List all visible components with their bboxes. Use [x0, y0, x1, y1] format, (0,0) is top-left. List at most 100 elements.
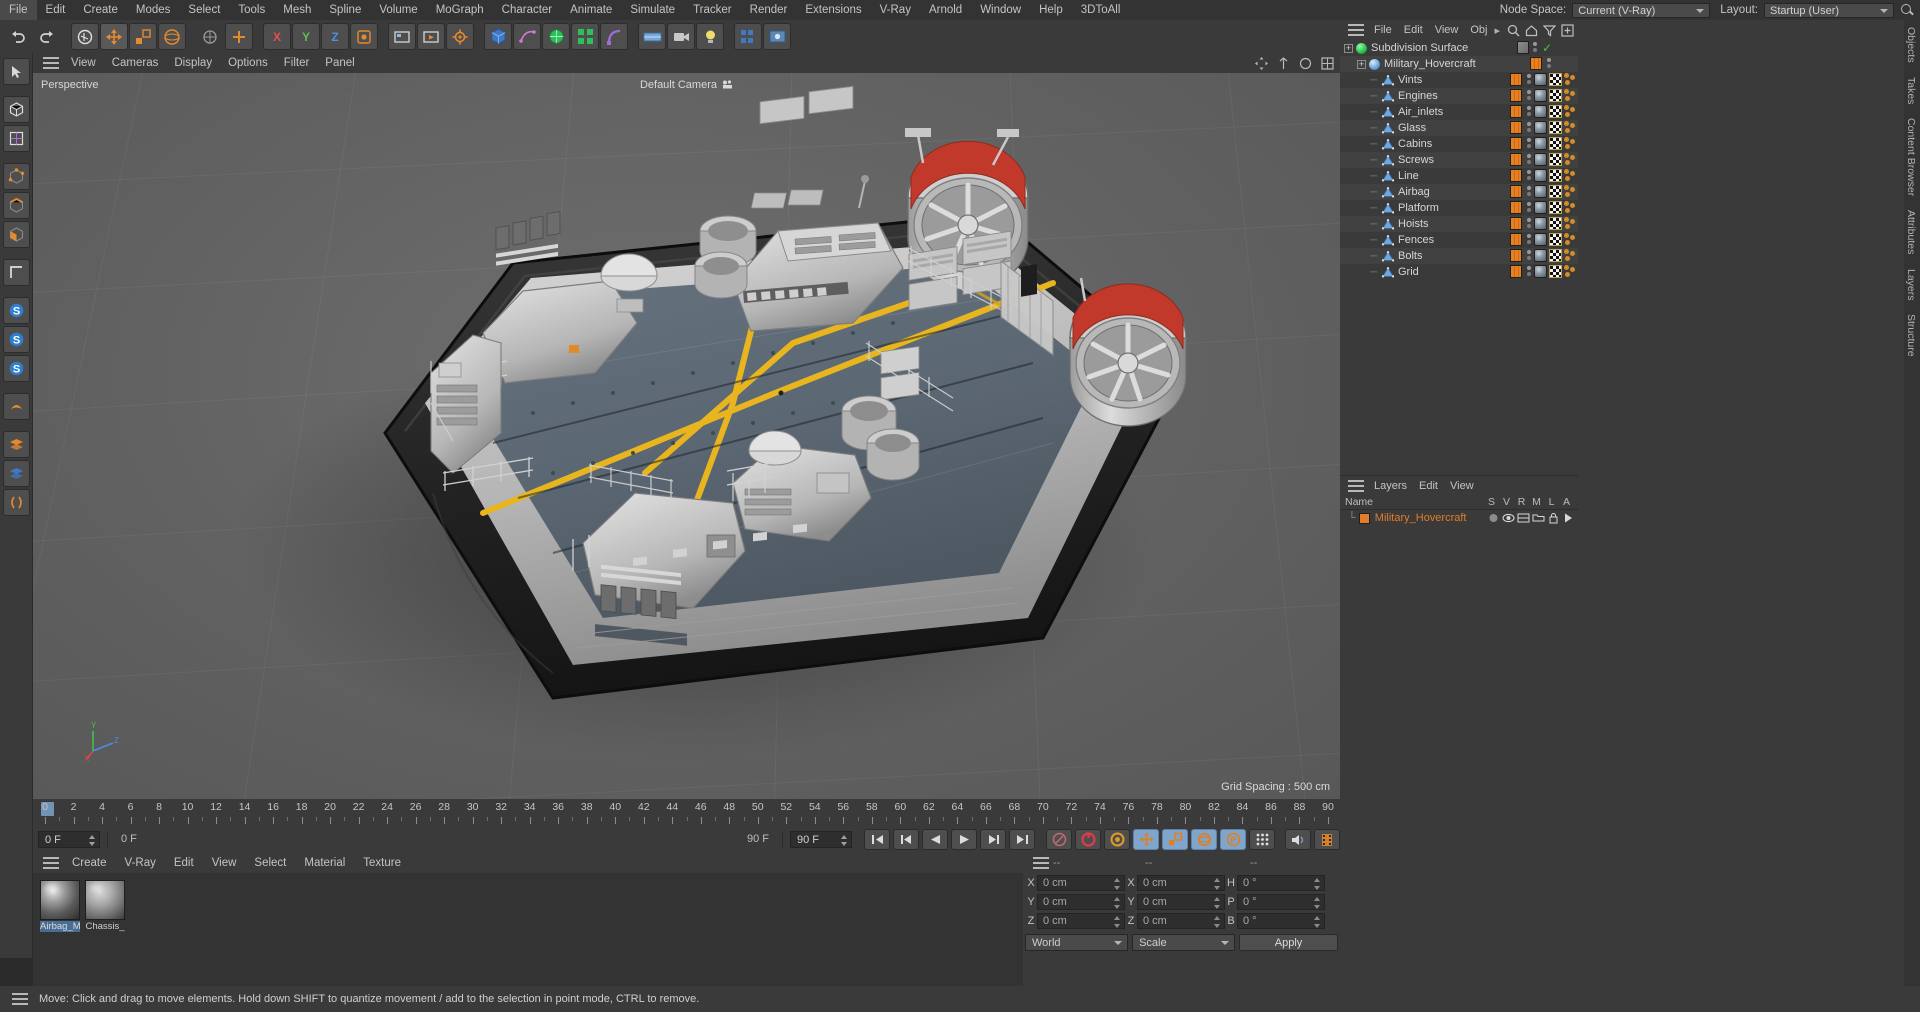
- position-z-field[interactable]: 0 cm: [1037, 913, 1125, 929]
- texture-tag-icon[interactable]: [1549, 249, 1562, 262]
- play-forward-button[interactable]: [951, 829, 977, 850]
- side-tab-attributes[interactable]: Attributes: [1904, 203, 1918, 261]
- material-tag-icon[interactable]: [1534, 233, 1547, 246]
- texture-tag-icon[interactable]: [1549, 233, 1562, 246]
- object-row[interactable]: ─ Grid: [1340, 264, 1578, 280]
- spline-pen-button[interactable]: [513, 23, 541, 50]
- viewport-menu-cameras[interactable]: Cameras: [104, 53, 167, 73]
- environment-button[interactable]: [638, 23, 666, 50]
- rotation-h-field[interactable]: 0 °: [1237, 875, 1325, 891]
- camera-button[interactable]: [667, 23, 695, 50]
- edge-mode-button[interactable]: [2, 192, 30, 219]
- mograph-cloner-button[interactable]: [734, 23, 762, 50]
- add-point-button[interactable]: [225, 23, 253, 50]
- object-row[interactable]: ─ Bolts: [1340, 248, 1578, 264]
- add-icon[interactable]: [1561, 23, 1574, 37]
- material-preview[interactable]: [40, 880, 80, 920]
- object-visibility-dots[interactable]: [1525, 249, 1532, 262]
- uv-tag-icon[interactable]: [1564, 121, 1576, 134]
- status-hamburger-icon[interactable]: [12, 993, 28, 1005]
- position-y-field[interactable]: 0 cm: [1037, 894, 1125, 910]
- material-item[interactable]: Airbag_M: [40, 880, 80, 979]
- uv-tag-icon[interactable]: [1564, 169, 1576, 182]
- viewport-hamburger-icon[interactable]: [43, 57, 59, 69]
- viewport-3d-canvas[interactable]: Perspective Default Camera Grid Spacing …: [33, 73, 1340, 799]
- coordinate-system-button[interactable]: [350, 23, 378, 50]
- object-menu-view[interactable]: View: [1429, 20, 1465, 40]
- layer-visible-icon[interactable]: [1502, 512, 1515, 524]
- object-manager-hamburger-icon[interactable]: [1348, 24, 1364, 36]
- menu-arnold[interactable]: Arnold: [920, 0, 971, 20]
- rotation-p-field[interactable]: 0 °: [1237, 894, 1325, 910]
- viewport-zoom-icon[interactable]: [1277, 56, 1290, 70]
- material-tag-icon[interactable]: [1534, 201, 1547, 214]
- object-tag-orange-icon[interactable]: [1510, 249, 1522, 262]
- object-row[interactable]: ─ Engines: [1340, 88, 1578, 104]
- parameter-key-button[interactable]: P: [1220, 829, 1246, 850]
- current-frame-field[interactable]: 0 F: [38, 831, 100, 848]
- menu-mograph[interactable]: MoGraph: [427, 0, 493, 20]
- scale-tool-button[interactable]: [129, 23, 157, 50]
- record-active-objects-button[interactable]: [1046, 829, 1072, 850]
- point-mode-button[interactable]: [2, 163, 30, 190]
- uv-tag-icon[interactable]: [1564, 153, 1576, 166]
- object-row[interactable]: ─ Vints: [1340, 72, 1578, 88]
- object-row[interactable]: ─ Screws: [1340, 152, 1578, 168]
- object-expand-toggle[interactable]: +: [1344, 43, 1353, 53]
- step-forward-button[interactable]: [980, 829, 1006, 850]
- material-tag-icon[interactable]: [1534, 265, 1547, 278]
- material-preview[interactable]: [85, 880, 125, 920]
- object-tag-orange-icon[interactable]: [1510, 265, 1522, 278]
- object-visibility-dots[interactable]: [1525, 105, 1532, 118]
- render-view-button[interactable]: [388, 23, 416, 50]
- texture-tag-icon[interactable]: [1549, 201, 1562, 214]
- menu-tracker[interactable]: Tracker: [684, 0, 741, 20]
- menu-tools[interactable]: Tools: [229, 0, 274, 20]
- object-tag-orange-icon[interactable]: [1510, 201, 1522, 214]
- material-menu-create[interactable]: Create: [63, 853, 116, 873]
- layer-menu-layers[interactable]: Layers: [1368, 476, 1413, 496]
- material-tag-icon[interactable]: [1534, 137, 1547, 150]
- object-visibility-dots[interactable]: [1525, 265, 1532, 278]
- texture-tag-icon[interactable]: [1549, 137, 1562, 150]
- preview-max-field[interactable]: 90 F: [717, 831, 775, 848]
- array-button[interactable]: [571, 23, 599, 50]
- workplane-snap-button[interactable]: S: [2, 326, 30, 353]
- uv-tag-icon[interactable]: [1564, 137, 1576, 150]
- texture-tag-icon[interactable]: [1549, 121, 1562, 134]
- motion-tracker-button[interactable]: [763, 23, 791, 50]
- layer-toggle-button[interactable]: [2, 460, 30, 487]
- size-z-field[interactable]: 0 cm: [1137, 913, 1225, 929]
- object-tag-orange-icon[interactable]: [1510, 217, 1522, 230]
- material-tag-icon[interactable]: [1534, 73, 1547, 86]
- side-tab-content-browser[interactable]: Content Browser: [1904, 111, 1918, 203]
- menu-window[interactable]: Window: [971, 0, 1030, 20]
- object-visibility-dots[interactable]: [1525, 137, 1532, 150]
- viewport-menu-options[interactable]: Options: [220, 53, 276, 73]
- object-tag-orange-icon[interactable]: [1510, 185, 1522, 198]
- viewport-menu-panel[interactable]: Panel: [317, 53, 362, 73]
- texture-tag-icon[interactable]: [1549, 105, 1562, 118]
- viewport-menu-view[interactable]: View: [63, 53, 104, 73]
- material-tag-icon[interactable]: [1534, 105, 1547, 118]
- object-visibility-dots[interactable]: [1525, 201, 1532, 214]
- object-row[interactable]: ─ Glass: [1340, 120, 1578, 136]
- object-visibility-dots[interactable]: [1532, 41, 1539, 54]
- subdivision-tag-icon[interactable]: [1516, 41, 1529, 54]
- side-tab-structure[interactable]: Structure: [1904, 307, 1918, 364]
- texture-mode-button[interactable]: [2, 125, 30, 152]
- uv-tag-icon[interactable]: [1564, 185, 1576, 198]
- uv-tag-icon[interactable]: [1564, 105, 1576, 118]
- render-settings-button[interactable]: [446, 23, 474, 50]
- material-tag-icon[interactable]: [1534, 249, 1547, 262]
- menu-animate[interactable]: Animate: [561, 0, 621, 20]
- object-visibility-dots[interactable]: [1525, 153, 1532, 166]
- size-y-field[interactable]: 0 cm: [1137, 894, 1225, 910]
- undo-button[interactable]: [4, 23, 32, 50]
- enable-snap-button[interactable]: S: [2, 297, 30, 324]
- menu-3dtoall[interactable]: 3DToAll: [1072, 0, 1130, 20]
- live-selection-button[interactable]: [71, 23, 99, 50]
- material-menu-select[interactable]: Select: [245, 853, 295, 873]
- material-menu-view[interactable]: View: [203, 853, 246, 873]
- menu-render[interactable]: Render: [741, 0, 797, 20]
